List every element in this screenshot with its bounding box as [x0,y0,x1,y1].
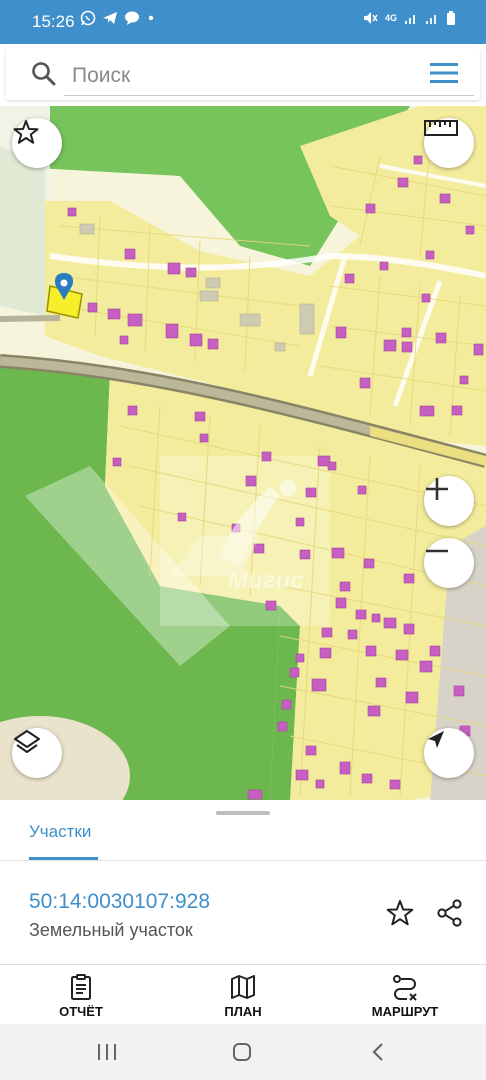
back-icon [372,1043,383,1061]
route-button[interactable]: МАРШРУТ [345,966,465,1024]
layers-icon [14,730,40,753]
search-bar [6,48,480,100]
map-plan-icon [231,975,255,999]
chat-icon [125,11,139,25]
parcel-cadastral-number[interactable]: 50:14:0030107:928 [29,890,210,914]
divider [0,964,486,965]
report-label: ОТЧЁТ [59,1004,103,1019]
ruler-icon [424,120,458,136]
layers-button[interactable] [12,728,62,778]
map-view[interactable]: Мигис [0,106,486,802]
star-outline-icon [13,120,39,144]
report-icon [71,974,91,1000]
my-location-button[interactable] [424,728,474,778]
share-icon[interactable] [435,898,465,928]
4g-label: 4G [384,13,397,23]
map-canvas[interactable]: Мигис [0,106,486,802]
signal-icon [405,15,415,24]
star-outline-icon[interactable] [385,898,415,928]
search-icon[interactable] [30,60,58,88]
menu-icon[interactable] [428,61,460,85]
dot-icon [148,15,154,21]
app-root: 15:26 4G Поиск Мигис Участки 50:14:00301… [0,0,486,1080]
route-label: МАРШРУТ [371,1004,439,1019]
system-icons: 4G [362,10,456,26]
back-button[interactable] [358,1038,398,1066]
navigation-arrow-icon [428,731,444,748]
mute-icon [363,12,378,24]
plan-button[interactable]: ПЛАН [183,966,303,1024]
telegram-icon [103,12,117,24]
bottom-sheet: Участки 50:14:0030107:928 Земельный учас… [0,800,486,1024]
zoom-in-button[interactable] [424,476,474,526]
battery-icon [447,11,455,25]
whatsapp-icon [80,10,96,26]
plus-icon [426,478,448,500]
route-icon [393,975,417,1001]
minus-icon [426,549,448,553]
search-input[interactable] [64,56,474,96]
recents-button[interactable] [87,1038,127,1066]
notification-icons [80,10,156,26]
watermark-text: Мигис [228,567,303,594]
plan-label: ПЛАН [224,1004,262,1019]
parcel-type: Земельный участок [29,920,193,940]
status-time: 15:26 [32,12,75,31]
favorite-map-button[interactable] [12,118,62,168]
signal-icon [426,15,436,24]
system-nav-bar [0,1024,486,1080]
sheet-drag-handle[interactable] [216,811,270,815]
report-button[interactable]: ОТЧЁТ [21,966,141,1024]
home-button[interactable] [222,1038,262,1066]
bottom-action-bar: ОТЧЁТ ПЛАН МАРШРУТ [0,966,486,1024]
zoom-out-button[interactable] [424,538,474,588]
divider [0,860,486,861]
status-bar: 15:26 4G [0,0,486,44]
tab-parcels[interactable]: Участки [29,822,91,842]
recents-icon [98,1044,116,1060]
home-icon [233,1043,251,1061]
ruler-button[interactable] [424,118,474,168]
